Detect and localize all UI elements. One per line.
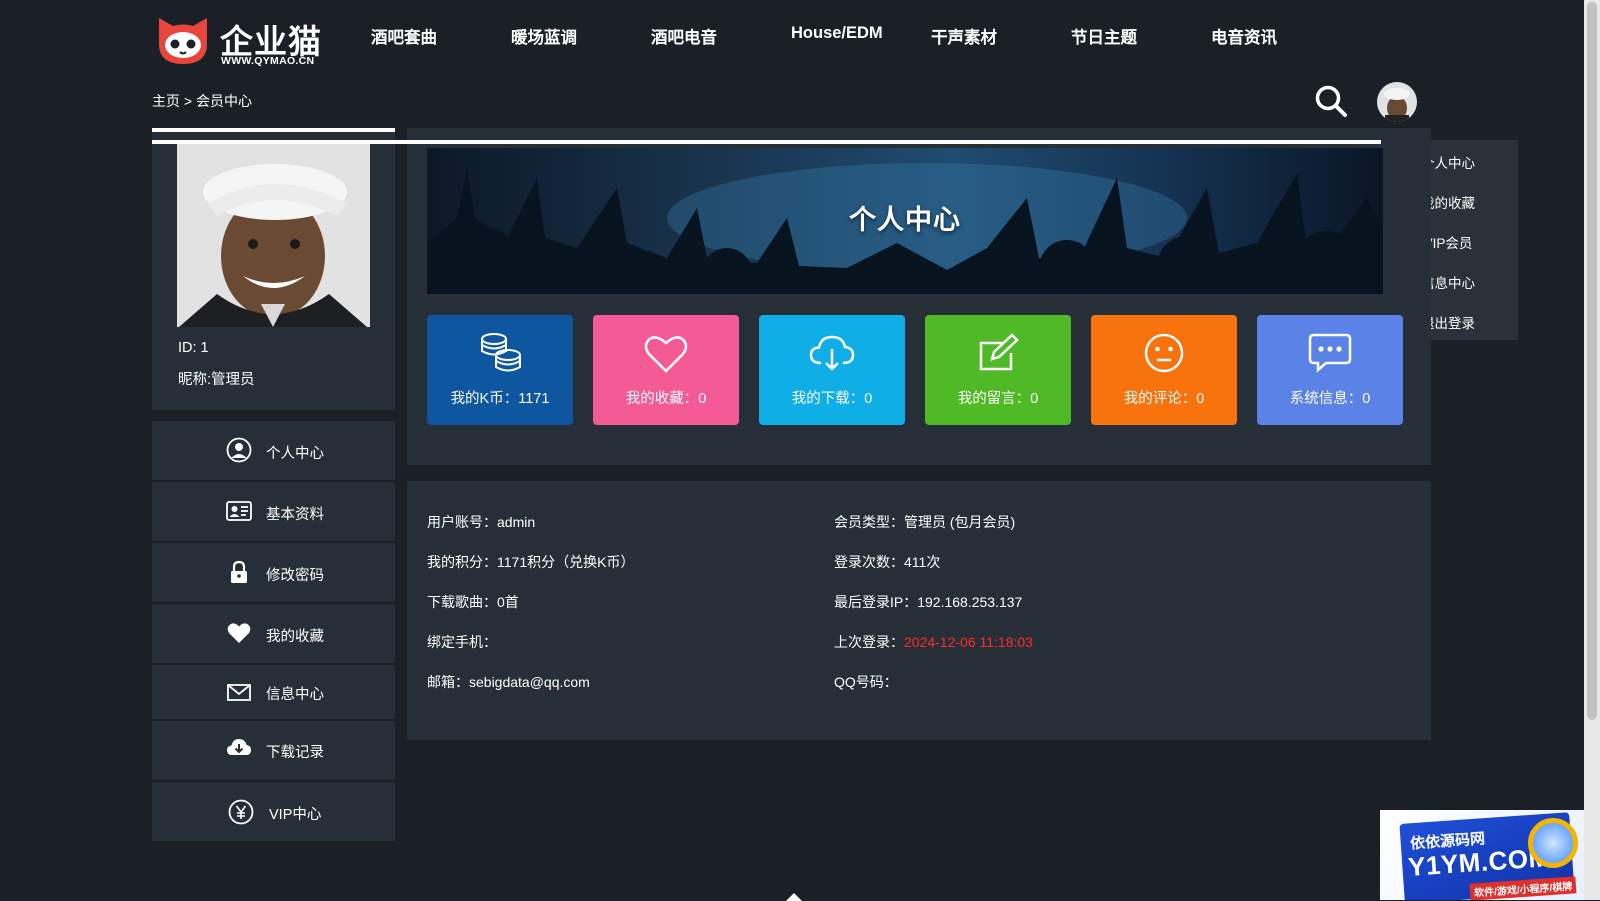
envelope-icon bbox=[227, 684, 251, 701]
sidebar-item-personal-center[interactable]: 个人中心 bbox=[152, 421, 395, 480]
watermark-ad[interactable]: 依依源码网 Y1YM.COM 软件/游戏/小程序/棋牌 bbox=[1380, 810, 1584, 900]
search-icon[interactable] bbox=[1314, 84, 1348, 118]
smile-icon bbox=[1144, 333, 1184, 373]
nav-item-dry-vocals[interactable]: 干声素材 bbox=[931, 24, 997, 48]
nav-item-edm-news[interactable]: 电音资讯 bbox=[1211, 24, 1277, 48]
header-divider bbox=[152, 140, 1381, 144]
tile-label: 我的收藏：0 bbox=[625, 391, 707, 407]
profile-card: ID: 1 昵称:管理员 bbox=[152, 128, 395, 410]
tile-favorites[interactable]: 我的收藏：0 bbox=[593, 315, 739, 425]
tile-label: 系统信息：0 bbox=[1289, 391, 1371, 407]
sidebar-item-label: 下载记录 bbox=[266, 745, 324, 761]
cloud-download-icon bbox=[227, 739, 251, 755]
cloud-download-icon bbox=[809, 335, 855, 371]
tile-downloads[interactable]: 我的下载：0 bbox=[759, 315, 905, 425]
sidebar-item-label: VIP中心 bbox=[269, 807, 322, 823]
coins-icon bbox=[481, 333, 521, 372]
profile-top-divider bbox=[152, 128, 395, 132]
sidebar-item-label: 个人中心 bbox=[266, 446, 324, 462]
tile-label: 我的K币：1171 bbox=[450, 391, 550, 407]
breadcrumb[interactable]: 主页 > 会员中心 bbox=[152, 91, 252, 111]
scrollbar-thumb[interactable] bbox=[1587, 2, 1597, 720]
info-downloaded-songs: 下载歌曲：0首 bbox=[427, 594, 519, 610]
tile-label: 我的留言：0 bbox=[957, 391, 1039, 407]
info-points: 我的积分：1171积分（兑换K币） bbox=[427, 554, 635, 570]
yen-circle-icon bbox=[228, 799, 254, 825]
sidebar-item-change-password[interactable]: 修改密码 bbox=[152, 543, 395, 602]
tile-label: 我的下载：0 bbox=[791, 391, 873, 407]
info-phone: 绑定手机： bbox=[427, 634, 497, 650]
sidebar-item-download-history[interactable]: 下载记录 bbox=[152, 721, 395, 780]
sidebar-item-label: 信息中心 bbox=[266, 687, 324, 703]
top-navigation: 企业猫 WWW.QYMAO.CN 酒吧套曲 暖场蓝调 酒吧电音 House/ED… bbox=[0, 0, 1584, 70]
dashboard-panel: 个人中心 我的K币：1171 我的收藏：0 我的下载：0 我的留言：0 我的评论… bbox=[152, 128, 1431, 465]
heart-icon bbox=[644, 336, 688, 373]
banner-title: 个人中心 bbox=[849, 205, 961, 235]
tile-messages[interactable]: 我的留言：0 bbox=[925, 315, 1071, 425]
tile-comments[interactable]: 我的评论：0 bbox=[1091, 315, 1237, 425]
avatar-portrait-icon bbox=[1377, 82, 1417, 122]
nav-item-warmup-blues[interactable]: 暖场蓝调 bbox=[511, 24, 577, 48]
info-last-login: 上次登录：2024-12-06 11:18:03 bbox=[834, 634, 1033, 650]
heart-icon bbox=[227, 623, 251, 643]
info-qq: QQ号码： bbox=[834, 674, 898, 690]
nav-item-holiday-themes[interactable]: 节日主题 bbox=[1071, 24, 1137, 48]
info-account: 用户账号：admin bbox=[427, 514, 536, 530]
sidebar-item-label: 基本资料 bbox=[266, 507, 324, 523]
chat-icon bbox=[1308, 333, 1352, 373]
sidebar-item-basic-info[interactable]: 基本资料 bbox=[152, 482, 395, 541]
account-info-panel: 用户账号：admin 我的积分：1171积分（兑换K币） 下载歌曲：0首 绑定手… bbox=[407, 481, 1431, 740]
user-avatar[interactable] bbox=[1377, 82, 1417, 122]
tile-label: 我的评论：0 bbox=[1123, 391, 1205, 407]
tile-k-coins[interactable]: 我的K币：1171 bbox=[427, 315, 573, 425]
sidebar-item-message-center[interactable]: 信息中心 bbox=[152, 665, 395, 719]
site-logo[interactable]: 企业猫 WWW.QYMAO.CN bbox=[150, 12, 330, 70]
info-login-count: 登录次数：411次 bbox=[834, 554, 941, 570]
edit-icon bbox=[979, 333, 1019, 371]
id-card-icon bbox=[226, 501, 252, 521]
lock-icon bbox=[231, 560, 247, 583]
profile-id: ID: 1 bbox=[178, 340, 209, 356]
banner: 个人中心 bbox=[427, 148, 1383, 294]
info-member-type: 会员类型：管理员 (包月会员) bbox=[834, 514, 1016, 530]
brand-site: WWW.QYMAO.CN bbox=[221, 55, 315, 67]
nav-item-bar-electronic[interactable]: 酒吧电音 bbox=[651, 24, 717, 48]
info-last-ip: 最后登录IP：192.168.253.137 bbox=[834, 594, 1023, 610]
sidebar-item-label: 修改密码 bbox=[266, 568, 324, 584]
tile-system-info[interactable]: 系统信息：0 bbox=[1257, 315, 1403, 425]
nav-item-bar-sets[interactable]: 酒吧套曲 bbox=[371, 24, 437, 48]
profile-portrait-icon bbox=[177, 144, 370, 327]
sidebar-item-label: 我的收藏 bbox=[266, 629, 324, 645]
profile-nickname: 昵称:管理员 bbox=[178, 372, 255, 388]
user-circle-icon bbox=[226, 437, 252, 463]
info-email: 邮箱：sebigdata@qq.com bbox=[427, 674, 590, 690]
sidebar-item-vip-center[interactable]: VIP中心 bbox=[152, 782, 395, 841]
magnifier-icon bbox=[1528, 818, 1578, 868]
profile-photo bbox=[177, 144, 370, 327]
page-scrollbar[interactable] bbox=[1584, 0, 1600, 900]
nav-item-house-edm[interactable]: House/EDM bbox=[791, 24, 883, 43]
sidebar-item-favorites[interactable]: 我的收藏 bbox=[152, 604, 395, 663]
cat-logo-icon bbox=[159, 18, 207, 64]
